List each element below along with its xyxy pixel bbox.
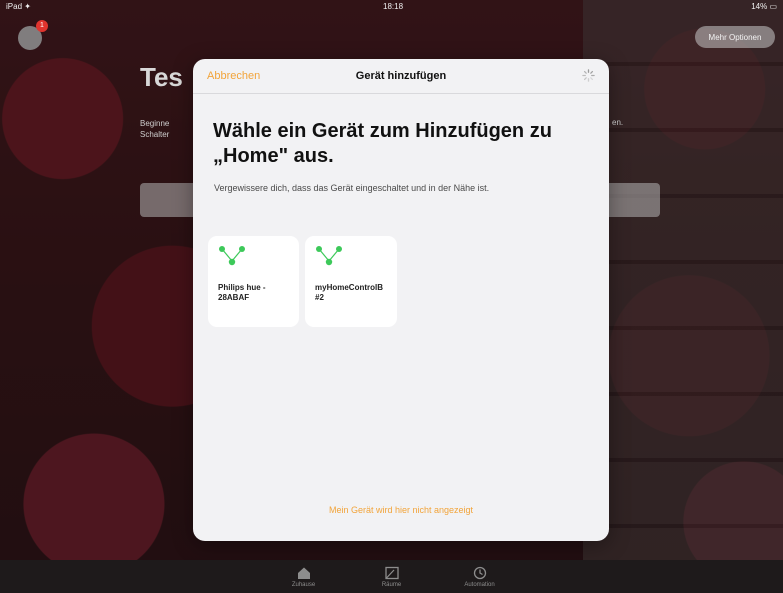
device-label: Philips hue - 28ABAF <box>218 283 266 302</box>
more-options-button[interactable]: Mehr Optionen <box>695 26 775 48</box>
rooms-icon <box>384 566 399 579</box>
tab-label: Zuhause <box>291 581 316 588</box>
tab-home[interactable]: Zuhause <box>279 566 329 588</box>
device-tile-myhomecontrol[interactable]: myHomeControlB #2 <box>305 236 397 327</box>
tab-label: Automation <box>464 581 495 588</box>
status-left: iPad ✦ <box>6 2 31 11</box>
home-icon <box>297 567 310 579</box>
device-not-shown-link[interactable]: Mein Gerät wird hier nicht angezeigt <box>193 505 609 515</box>
tab-label: Räume <box>381 581 402 588</box>
bridge-icon <box>219 246 245 266</box>
notification-badge: 1 <box>36 20 48 32</box>
bridge-icon <box>316 246 342 266</box>
device-tile-philips-hue[interactable]: Philips hue - 28ABAF <box>208 236 299 327</box>
tab-rooms[interactable]: Räume <box>367 566 417 588</box>
modal-subtext: Vergewissere dich, dass das Gerät einges… <box>214 183 490 193</box>
modal-nav-bar: Abbrechen Gerät hinzufügen <box>193 59 609 94</box>
tab-bar: Zuhause Räume Automation <box>0 560 783 593</box>
automation-icon <box>473 566 486 579</box>
modal-title: Gerät hinzufügen <box>355 70 447 82</box>
status-battery: 14% ▭ <box>751 2 777 11</box>
tab-automation[interactable]: Automation <box>455 566 505 588</box>
background-page-title: Tes <box>140 62 183 92</box>
add-accessory-modal: Abbrechen Gerät hinzufügen Wähle ein Ger… <box>193 59 609 541</box>
background-page-text: Beginne Schalter <box>140 119 170 139</box>
loading-spinner-icon <box>582 69 595 82</box>
status-time: 18:18 <box>383 2 404 11</box>
status-bar: iPad ✦ 18:18 14% ▭ <box>0 0 783 14</box>
modal-heading: Wähle ein Gerät zum Hinzufügen zu „Home"… <box>213 120 552 167</box>
device-label: myHomeControlB #2 <box>315 283 384 302</box>
background-page-text-right: en. <box>612 118 624 127</box>
